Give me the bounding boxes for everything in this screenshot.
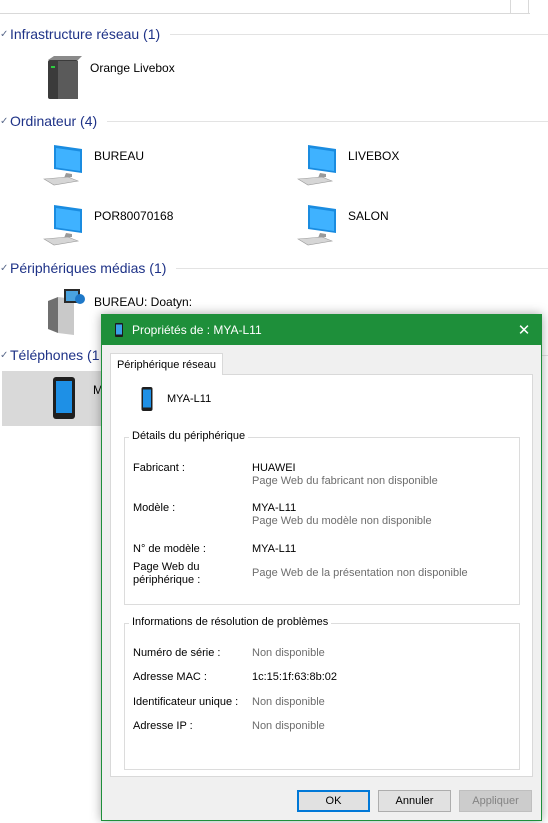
network-item-pc[interactable]: BUREAU [42,143,144,187]
close-button[interactable]: ✕ [515,321,533,339]
top-divider [0,13,530,14]
group-title: Téléphones (1 [10,347,100,363]
group-legend: Informations de résolution de problèmes [129,616,332,628]
computer-icon [297,145,336,186]
phone-icon [115,323,123,337]
device-web-label-line2: périphérique : [133,574,201,586]
top-toolbar-edge [0,0,548,14]
model-number-label: N° de modèle : [133,543,206,555]
chevron-down-icon[interactable]: ✓ [0,116,9,126]
cancel-button[interactable]: Annuler [378,790,451,812]
serial-label: Numéro de série : [133,647,221,659]
network-item-phone[interactable]: M [52,377,103,419]
computer-icon [43,205,82,246]
group-legend: Détails du périphérique [129,430,249,442]
ip-value: Non disponible [252,720,325,732]
group-title: Ordinateur (4) [10,113,98,129]
item-label: LIVEBOX [348,149,400,163]
tab-panel: MYA-L11 Détails du périphérique Fabrican… [110,374,533,777]
serial-value: Non disponible [252,647,325,659]
group-header-media[interactable]: ✓ Périphériques médias (1) [0,257,548,279]
device-header: MYA-L11 [141,387,211,411]
computer-icon [297,205,336,246]
troubleshooting-group: Informations de résolution de problèmes … [124,616,520,770]
phone-icon [53,377,75,419]
item-label: POR80070168 [94,209,174,223]
group-divider [170,33,548,35]
network-item-router[interactable]: Orange Livebox [44,55,175,101]
tab-network-device[interactable]: Périphérique réseau [110,353,223,375]
chevron-down-icon[interactable]: ✓ [0,29,9,39]
computer-icon [43,145,82,186]
model-number-value: MYA-L11 [252,543,297,555]
item-label: BUREAU [94,149,145,163]
mac-label: Adresse MAC : [133,671,207,683]
model-label: Modèle : [133,502,176,514]
dialog-titlebar[interactable]: Propriétés de : MYA-L11 ✕ [102,315,541,345]
network-item-pc[interactable]: POR80070168 [42,203,173,247]
scroll-tick [510,0,511,14]
device-web-label-line1: Page Web du [133,561,200,573]
group-title: Infrastructure réseau (1) [10,26,161,42]
device-details-group: Détails du périphérique Fabricant : HUAW… [124,430,520,605]
network-item-pc[interactable]: LIVEBOX [296,143,399,187]
manufacturer-value: HUAWEI [252,462,296,474]
phone-icon [141,387,153,411]
group-title: Périphériques médias (1) [10,260,167,276]
scroll-tick [528,0,529,14]
uid-label: Identificateur unique : [133,696,239,708]
manufacturer-web: Page Web du fabricant non disponible [252,475,438,487]
manufacturer-label: Fabricant : [133,462,185,474]
group-divider [107,120,548,122]
group-header-computers[interactable]: ✓ Ordinateur (4) [0,110,548,132]
dialog-title: Propriétés de : MYA-L11 [132,323,262,337]
group-header-infrastructure[interactable]: ✓ Infrastructure réseau (1) [0,23,548,45]
chevron-down-icon[interactable]: ✓ [0,263,9,273]
item-label: SALON [348,209,389,223]
item-label: Orange Livebox [90,61,175,75]
device-web-value: Page Web de la présentation non disponib… [252,567,468,579]
model-value: MYA-L11 [252,502,297,514]
ok-button[interactable]: OK [297,790,370,812]
uid-value: Non disponible [252,696,325,708]
model-web: Page Web du modèle non disponible [252,515,432,527]
apply-button[interactable]: Appliquer [459,790,532,812]
router-icon [48,56,82,99]
mac-value: 1c:15:1f:63:8b:02 [252,671,338,683]
chevron-down-icon[interactable]: ✓ [0,350,9,360]
group-divider [176,267,548,269]
properties-dialog: Propriétés de : MYA-L11 ✕ Périphérique r… [101,314,542,821]
media-device-icon [48,289,85,335]
item-label: BUREAU: Doatyn: [94,295,193,309]
device-name: MYA-L11 [167,393,212,405]
network-item-pc[interactable]: SALON [296,203,389,247]
ip-label: Adresse IP : [133,720,193,732]
